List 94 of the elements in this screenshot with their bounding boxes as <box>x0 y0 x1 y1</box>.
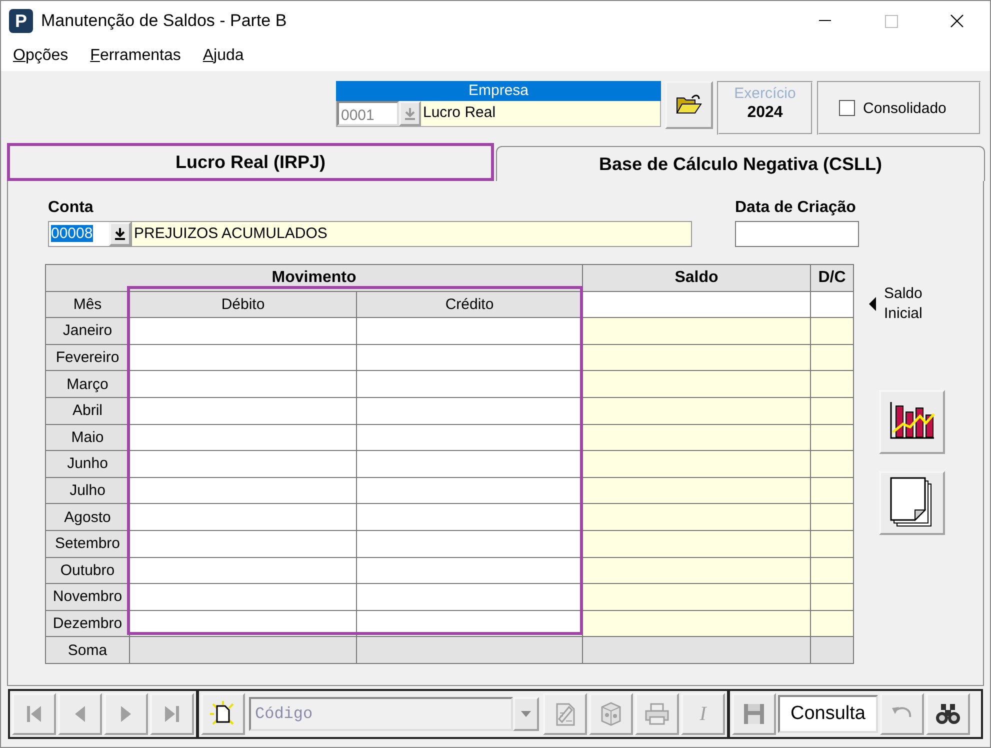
mode-field: Consulta <box>778 695 878 733</box>
table-cell[interactable] <box>357 558 583 584</box>
row-header: Outubro <box>46 558 130 584</box>
row-header: Setembro <box>46 530 130 558</box>
left-arrow-icon <box>869 297 876 311</box>
table-cell <box>811 558 854 584</box>
field-label: Conta <box>48 199 94 218</box>
table-cell <box>811 478 854 504</box>
table-cell[interactable] <box>130 584 357 611</box>
table-cell[interactable] <box>130 318 357 345</box>
pages-button[interactable] <box>879 471 945 535</box>
table-cell[interactable] <box>811 292 854 318</box>
column-header: Crédito <box>357 292 583 318</box>
table-cell[interactable] <box>130 398 357 425</box>
tab[interactable]: Base de Cálculo Negativa (CSLL) <box>496 146 985 181</box>
column-header: Mês <box>46 292 130 318</box>
table-cell[interactable] <box>130 451 357 478</box>
table-cell[interactable] <box>130 530 357 558</box>
table-cell[interactable] <box>583 292 811 318</box>
table-cell <box>811 318 854 345</box>
column-header: Débito <box>130 292 357 318</box>
checkbox-label: Consolidado <box>863 100 946 116</box>
printer-icon <box>644 702 670 726</box>
stacked-pages-icon <box>890 477 934 529</box>
row-header: Abril <box>46 398 130 425</box>
table-cell[interactable] <box>357 371 583 398</box>
binoculars-icon <box>935 702 961 726</box>
column-header: Movimento <box>46 265 583 292</box>
table-cell[interactable] <box>357 398 583 425</box>
table-cell[interactable] <box>357 504 583 531</box>
table-cell <box>811 424 854 452</box>
row-header: Dezembro <box>46 610 130 638</box>
open-folder-icon <box>676 94 702 116</box>
date-field[interactable] <box>735 221 859 247</box>
row-header: Maio <box>46 424 130 452</box>
table-cell[interactable] <box>357 530 583 558</box>
table-cell[interactable] <box>130 478 357 504</box>
table-cell[interactable] <box>357 318 583 345</box>
row-header: Agosto <box>46 504 130 531</box>
table-cell <box>811 610 854 638</box>
table-cell[interactable] <box>357 424 583 452</box>
maximize-icon <box>884 14 898 28</box>
new-button[interactable] <box>201 693 245 735</box>
table-cell[interactable] <box>130 371 357 398</box>
table-cell[interactable] <box>357 584 583 611</box>
code-field[interactable]: Código <box>249 697 513 731</box>
table-cell <box>811 530 854 558</box>
column-header: Saldo <box>583 265 811 292</box>
first-record-icon <box>26 705 42 723</box>
initial-balance-label: Saldo Inicial <box>884 284 924 324</box>
row-header: Junho <box>46 451 130 478</box>
field-label: Data de Criação <box>735 199 857 218</box>
save-button[interactable] <box>732 693 776 735</box>
table-cell <box>811 584 854 611</box>
table-cell[interactable] <box>357 478 583 504</box>
previous-icon <box>74 705 86 723</box>
chart-button[interactable] <box>879 390 945 454</box>
window-title: Manutenção de Saldos - Parte B <box>41 11 288 31</box>
table-cell[interactable] <box>130 558 357 584</box>
table-cell <box>811 398 854 425</box>
last-record-icon <box>164 705 180 723</box>
menu-item[interactable]: Ferramentas <box>90 47 181 65</box>
open-folder-button[interactable] <box>665 81 713 129</box>
row-header: Julho <box>46 478 130 504</box>
dropdown-arrow-icon <box>521 711 531 717</box>
minimize-icon <box>819 20 831 22</box>
fiscal-year-value: 2024 <box>746 104 784 122</box>
table-cell <box>811 451 854 478</box>
column-header: D/C <box>811 265 854 292</box>
consolidated-checkbox[interactable] <box>839 100 855 116</box>
table-cell <box>811 637 854 664</box>
menu-item[interactable]: Opções <box>13 47 68 65</box>
menu-item[interactable]: Ajuda <box>202 47 244 65</box>
table-cell <box>811 371 854 398</box>
next-icon <box>120 705 132 723</box>
fiscal-year-label: Exercício <box>733 85 797 102</box>
close-icon <box>950 14 964 28</box>
tab[interactable]: Lucro Real (IRPJ) <box>7 143 494 181</box>
table-cell[interactable] <box>130 424 357 452</box>
row-header: Março <box>46 371 130 398</box>
table-cell[interactable] <box>357 451 583 478</box>
table-cell[interactable] <box>130 344 357 372</box>
row-header: Fevereiro <box>46 344 130 372</box>
table-cell <box>811 504 854 531</box>
group-header: Empresa <box>336 81 661 101</box>
row-header: Janeiro <box>46 318 130 345</box>
table-cell[interactable] <box>130 504 357 531</box>
table-cell <box>811 344 854 372</box>
find-button[interactable] <box>926 693 970 735</box>
row-header: Soma <box>46 637 130 664</box>
table-cell[interactable] <box>357 344 583 372</box>
dropdown-button[interactable] <box>513 697 539 731</box>
app-logo: P <box>9 9 33 33</box>
row-header: Novembro <box>46 584 130 611</box>
